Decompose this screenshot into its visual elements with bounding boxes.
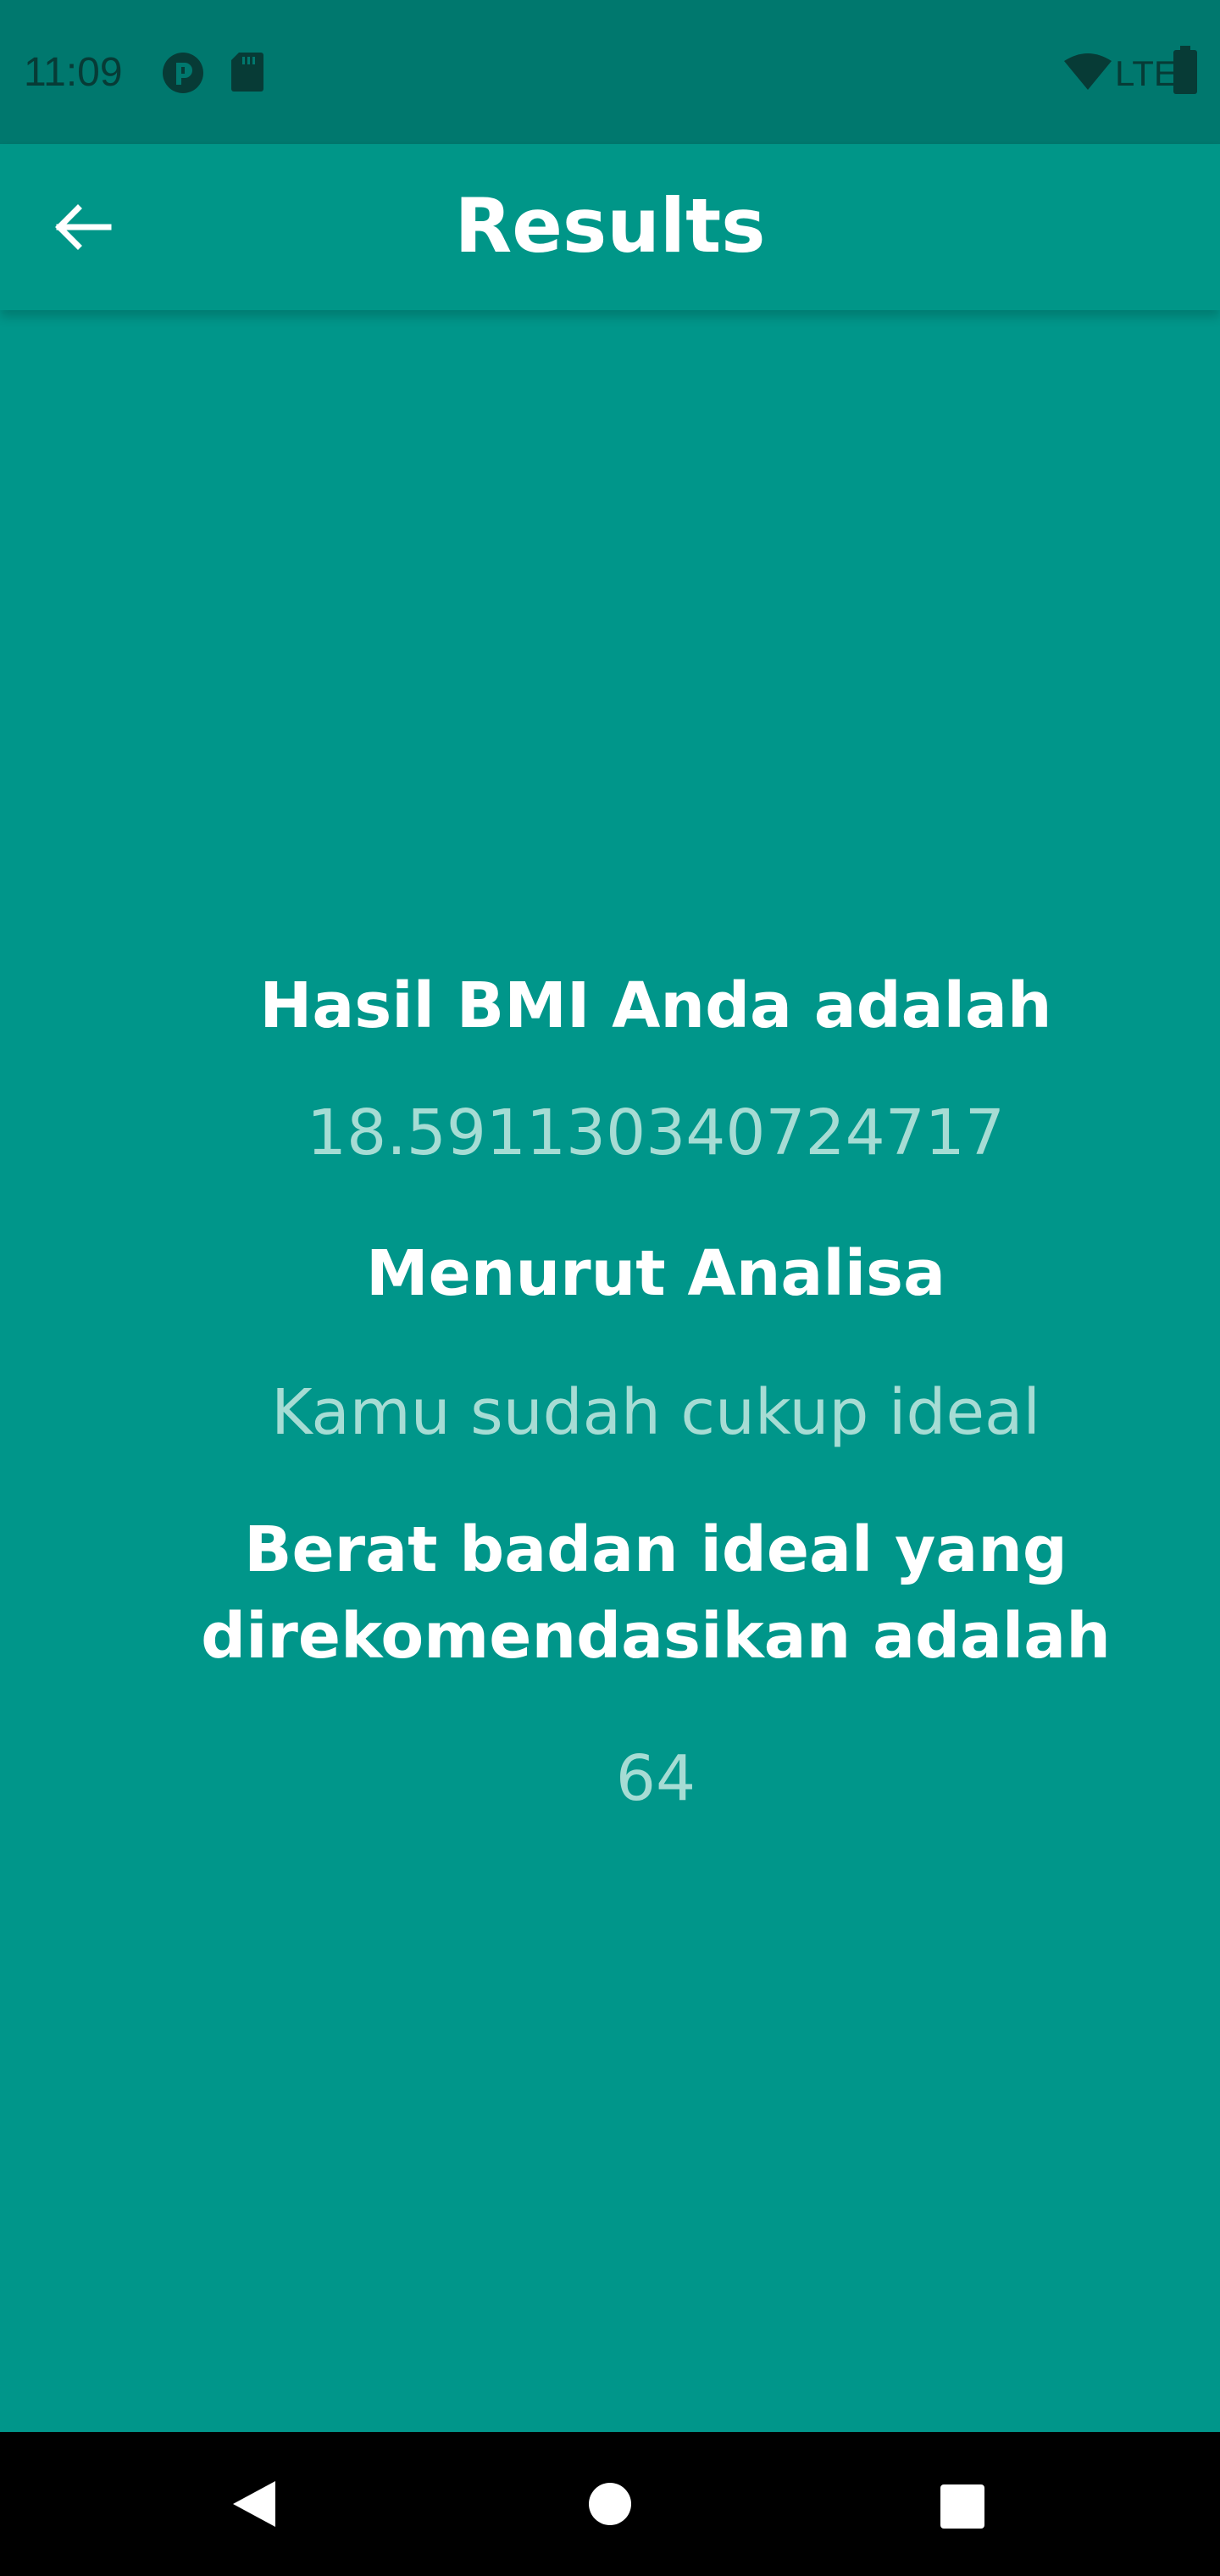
- home-circle-icon: [589, 2483, 631, 2525]
- analysis-heading: Menurut Analisa: [365, 1237, 946, 1310]
- analysis-value: Kamu sudah cukup ideal: [271, 1376, 1040, 1449]
- app-bar: Results: [0, 144, 1220, 310]
- sd-card-icon: [231, 53, 263, 92]
- bmi-heading: Hasil BMI Anda adalah: [259, 969, 1052, 1042]
- pocket-icon: [163, 53, 203, 93]
- status-bar: 11:09 LTE: [0, 0, 1220, 144]
- page-title: Results: [454, 182, 766, 269]
- nav-home-button[interactable]: [555, 2449, 665, 2559]
- results-panel: Hasil BMI Anda adalah 18.591130340724717…: [119, 949, 1193, 1822]
- system-navigation-bar: [0, 2432, 1220, 2576]
- wifi-icon: [1064, 53, 1112, 90]
- ideal-weight-value: 64: [615, 1742, 696, 1815]
- status-time: 11:09: [24, 50, 123, 95]
- ideal-weight-heading: Berat badan ideal yang direkomendasikan …: [201, 1513, 1111, 1673]
- nav-back-button[interactable]: [199, 2449, 309, 2559]
- recents-square-icon: [940, 2484, 984, 2529]
- back-triangle-icon: [233, 2481, 275, 2527]
- battery-icon: [1173, 46, 1197, 94]
- network-type: LTE: [1115, 53, 1178, 93]
- bmi-value: 18.591130340724717: [307, 1096, 1005, 1169]
- nav-recents-button[interactable]: [905, 2449, 1015, 2559]
